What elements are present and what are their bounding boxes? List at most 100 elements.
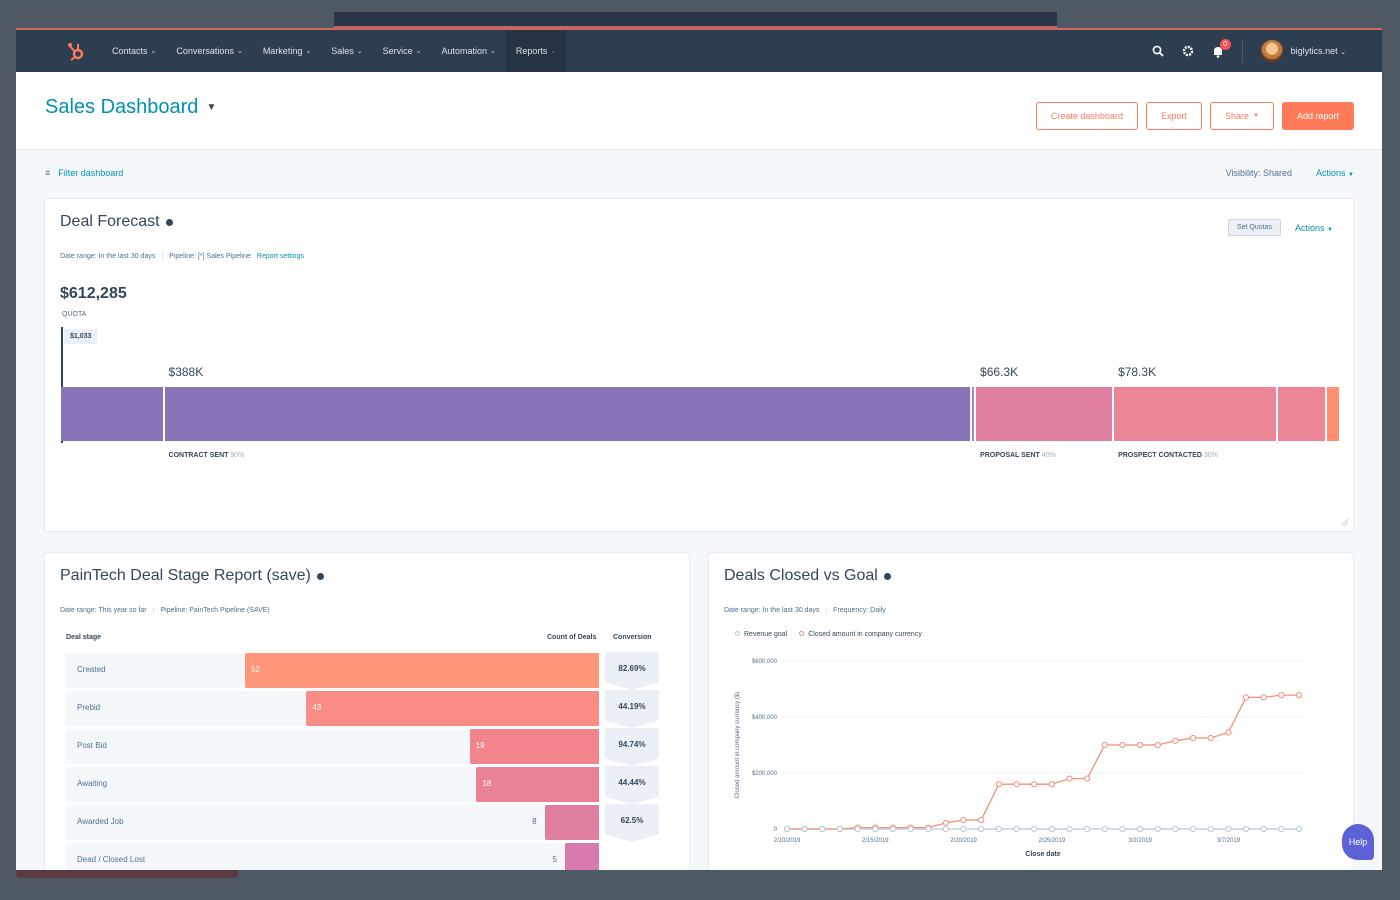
data-point-revenue-goal[interactable] (1031, 825, 1038, 833)
forecast-segment-other-stage[interactable] (1277, 387, 1328, 441)
nav-item-contacts[interactable]: Contacts ⌄ (102, 30, 166, 72)
data-point-revenue-goal[interactable] (1260, 825, 1267, 833)
legend-item-closed-amount[interactable]: Closed amount in company currency (799, 631, 922, 638)
info-icon[interactable] (165, 218, 173, 226)
nav-item-reports[interactable]: Reports ⌄ (505, 30, 567, 72)
data-point-closed-amount[interactable] (942, 819, 949, 826)
data-point-closed-amount[interactable] (1084, 775, 1091, 782)
data-point-revenue-goal[interactable] (1295, 825, 1303, 833)
gear-icon[interactable] (1182, 45, 1194, 57)
account-menu[interactable]: biglytics.net ⌄ (1260, 40, 1346, 62)
data-point-revenue-goal[interactable] (1189, 825, 1197, 833)
data-point-revenue-goal[interactable] (1154, 825, 1161, 833)
funnel-row[interactable]: Post Bid 19 (65, 729, 599, 764)
funnel-bar[interactable]: 52 (245, 653, 599, 688)
bell-icon[interactable]: 0 (1212, 38, 1231, 58)
forecast-segment-proposal-sent[interactable] (976, 387, 1115, 441)
forecast-segment-prospect-contacted[interactable] (1114, 387, 1278, 441)
data-point-closed-amount[interactable] (1189, 734, 1197, 742)
hubspot-logo-icon[interactable] (56, 41, 96, 61)
export-button[interactable]: Export (1145, 102, 1202, 130)
create-dashboard-button[interactable]: Create dashboard (1035, 102, 1138, 130)
funnel-bar[interactable] (544, 805, 599, 840)
nav-item-marketing[interactable]: Marketing ⌄ (253, 30, 321, 72)
data-point-revenue-goal[interactable] (1278, 825, 1285, 833)
data-point-revenue-goal[interactable] (960, 825, 967, 833)
funnel-row[interactable]: Prebid 43 (65, 691, 599, 726)
data-point-revenue-goal[interactable] (889, 825, 897, 833)
data-point-revenue-goal[interactable] (801, 825, 808, 833)
filter-dashboard-link[interactable]: ≡ Filter dashboard (45, 168, 123, 178)
data-point-revenue-goal[interactable] (1013, 825, 1020, 833)
forecast-segment-lead-stage[interactable] (1327, 387, 1339, 441)
data-point-closed-amount[interactable] (1154, 741, 1161, 749)
dashboard-actions-menu[interactable]: Actions ▼ (1316, 168, 1354, 178)
data-point-revenue-goal[interactable] (819, 825, 826, 833)
data-point-closed-amount[interactable] (1260, 694, 1267, 701)
info-icon[interactable] (316, 572, 324, 580)
nav-item-service[interactable]: Service ⌄ (373, 30, 432, 72)
legend-item-revenue-goal[interactable]: Revenue goal (735, 631, 787, 638)
data-point-closed-amount[interactable] (1066, 775, 1073, 782)
data-point-closed-amount[interactable] (1048, 781, 1055, 788)
add-report-button[interactable]: Add report (1281, 102, 1354, 130)
data-point-closed-amount[interactable] (1031, 781, 1038, 788)
data-point-closed-amount[interactable] (1207, 734, 1214, 742)
data-point-closed-amount[interactable] (1119, 741, 1126, 749)
data-point-closed-amount[interactable] (1101, 741, 1108, 749)
data-point-revenue-goal[interactable] (1137, 825, 1144, 833)
funnel-row[interactable]: Awarded Job 8 (65, 805, 599, 840)
card-actions-menu[interactable]: Actions ▼ (1295, 223, 1333, 233)
data-point-revenue-goal[interactable] (978, 825, 985, 833)
dashboard-selector[interactable]: Sales Dashboard ▼ (45, 96, 216, 119)
funnel-row[interactable]: Awaiting 18 (65, 767, 599, 802)
data-point-closed-amount[interactable] (1278, 692, 1285, 699)
data-point-closed-amount[interactable] (1172, 737, 1179, 744)
data-point-revenue-goal[interactable] (1242, 825, 1250, 833)
funnel-row[interactable]: Dead / Closed Lost 5 (65, 843, 599, 870)
funnel-row[interactable]: Created 52 (65, 653, 599, 688)
funnel-bar[interactable]: 43 (306, 691, 599, 726)
data-point-closed-amount[interactable] (995, 781, 1002, 788)
data-point-closed-amount[interactable] (1295, 692, 1303, 699)
data-point-revenue-goal[interactable] (1119, 825, 1126, 833)
search-icon[interactable] (1152, 45, 1164, 57)
data-point-revenue-goal[interactable] (1172, 825, 1179, 833)
help-button[interactable]: Help (1342, 824, 1374, 860)
nav-item-automation[interactable]: Automation ⌄ (431, 30, 505, 72)
data-point-closed-amount[interactable] (1013, 781, 1020, 788)
data-point-closed-amount[interactable] (1137, 741, 1144, 749)
nav-item-sales[interactable]: Sales ⌄ (321, 30, 372, 72)
data-point-revenue-goal[interactable] (925, 825, 932, 833)
forecast-segment-closed-won[interactable] (61, 387, 165, 441)
data-point-closed-amount[interactable] (1225, 729, 1232, 736)
data-point-revenue-goal[interactable] (1066, 825, 1073, 833)
nav-item-conversations[interactable]: Conversations ⌄ (166, 30, 252, 72)
share-button[interactable]: Share ▼ (1209, 102, 1274, 130)
data-point-revenue-goal[interactable] (836, 825, 844, 833)
data-point-revenue-goal[interactable] (1084, 825, 1091, 833)
data-point-closed-amount[interactable] (1242, 694, 1250, 701)
funnel-bar[interactable]: 19 (469, 729, 599, 764)
data-point-revenue-goal[interactable] (907, 825, 914, 833)
data-point-revenue-goal[interactable] (872, 825, 879, 833)
info-icon[interactable] (883, 572, 891, 580)
set-quotas-button[interactable]: Set Quotas (1227, 219, 1281, 236)
data-point-revenue-goal[interactable] (995, 825, 1002, 833)
data-point-revenue-goal[interactable] (854, 825, 861, 833)
resize-handle-icon[interactable] (1339, 517, 1349, 527)
data-point-revenue-goal[interactable] (942, 825, 949, 833)
data-point-closed-amount[interactable] (960, 816, 967, 824)
funnel-bar[interactable] (564, 843, 599, 870)
data-point-revenue-goal[interactable] (1207, 825, 1214, 833)
segment-amount: $66.3K (980, 365, 1019, 379)
stage-name: PROPOSAL SENT (980, 452, 1040, 459)
funnel-bar[interactable]: 18 (476, 767, 599, 802)
data-point-closed-amount[interactable] (978, 816, 985, 824)
data-point-revenue-goal[interactable] (1048, 825, 1055, 833)
data-point-revenue-goal[interactable] (783, 825, 791, 833)
forecast-segment-contract-sent[interactable] (164, 387, 973, 441)
data-point-revenue-goal[interactable] (1101, 825, 1108, 833)
data-point-revenue-goal[interactable] (1225, 825, 1232, 833)
report-settings-link[interactable]: Report settings (257, 253, 304, 260)
